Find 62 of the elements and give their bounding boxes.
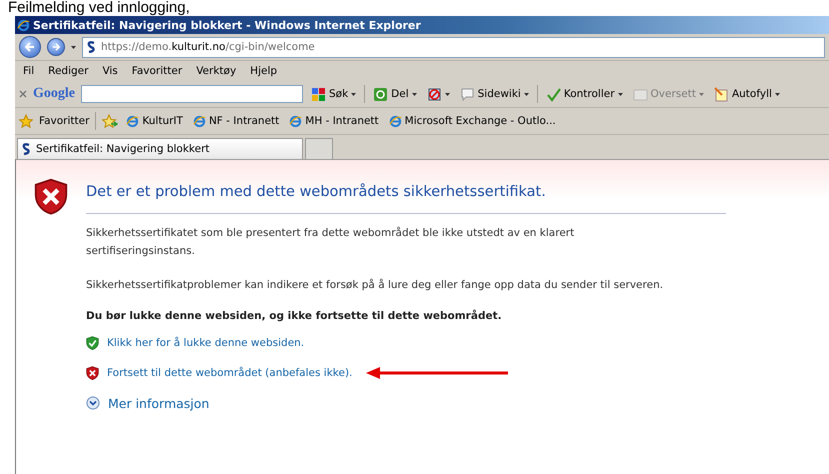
browser-e-icon (17, 18, 30, 32)
error-paragraph: Sikkerhetssertifikatet som ble presentert fra dette webområdet ble ikke utstedt av en klarert sertifiseringsinstans. (86, 226, 576, 259)
menu-item[interactable]: Favoritter (128, 65, 186, 77)
star-add-icon[interactable] (102, 114, 118, 128)
right-arrow-icon (52, 43, 60, 51)
toolbar-button[interactable]: Kontroller (544, 86, 625, 102)
forward-button[interactable] (47, 38, 65, 56)
shield-x-icon (86, 366, 99, 380)
menu-item[interactable]: Vis (98, 65, 122, 77)
shield-check-icon (86, 336, 99, 350)
dropdown-caret-icon (412, 92, 417, 96)
favorite-link[interactable]: Microsoft Exchange - Outlo... (386, 114, 558, 128)
shield-x-icon (34, 178, 68, 216)
page-link[interactable]: Klikk her for å lukke denne websiden. (107, 337, 304, 349)
dropdown-caret-icon (774, 92, 780, 96)
search-field[interactable] (81, 85, 303, 103)
spellcheck-tick-icon (546, 86, 561, 102)
document-caption: Feilmelding ved innlogging, (7, 0, 191, 16)
back-button[interactable] (19, 36, 41, 58)
notepad-pencil-icon (714, 86, 729, 102)
menu-item[interactable]: Verktøy (192, 65, 240, 77)
browser-e-icon (388, 114, 402, 128)
more-info-link[interactable]: Mer informasjon (108, 396, 210, 410)
menu-item[interactable]: Rediger (44, 65, 92, 77)
favorite-link[interactable]: NF - Intranett (190, 114, 282, 128)
star-icon (19, 114, 33, 128)
favorite-link[interactable]: KulturIT (124, 114, 185, 128)
window-title: Sertifikatfeil: Navigering blokkert - Windows Internet Explorer (33, 18, 421, 32)
browser-e-icon (192, 114, 206, 128)
toolbar-button[interactable]: Del (371, 86, 419, 102)
favorites-label[interactable]: Favoritter (39, 115, 90, 127)
dropdown-caret-icon (618, 92, 623, 96)
dropdown-caret-icon (71, 46, 76, 48)
dropdown-caret-icon (444, 92, 450, 96)
share-ring-icon (373, 86, 388, 102)
toolbar-button[interactable]: Sidewiki (458, 86, 531, 102)
error-heading: Det er et problem med dette webområdets sikkerhetssertifikat. (86, 178, 726, 214)
site-s-icon (22, 142, 31, 156)
browser-e-icon (126, 114, 140, 128)
browser-e-icon (289, 114, 302, 128)
favorite-link[interactable]: MH - Intranett (287, 114, 381, 128)
toolbar-button[interactable]: Søk (309, 86, 358, 102)
blocked-popup-icon (426, 86, 442, 102)
speech-bubble-icon (460, 86, 475, 102)
menu-item[interactable]: Hjelp (246, 65, 282, 77)
address-field[interactable]: https://demo.kulturit.no/cgi-bin/welcome (82, 36, 825, 58)
expand-chevron-icon[interactable] (86, 396, 100, 410)
dropdown-caret-icon (351, 92, 356, 96)
dropdown-caret-icon (698, 92, 704, 96)
url-text: https://demo.kulturit.no/cgi-bin/welcome (101, 41, 315, 53)
left-arrow-icon (25, 42, 35, 52)
error-paragraph: Sikkerhetssertifikatproblemer kan indikere et forsøk på å lure deg eller fange opp data du sender til serveren. (86, 278, 664, 293)
toolbar-button[interactable]: Autofyll (712, 86, 782, 102)
google-logo: Google (33, 86, 75, 102)
close-icon[interactable] (19, 90, 27, 98)
site-s-icon (87, 40, 96, 54)
page-link[interactable]: Fortsett til dette webområdet (anbefales ikke). (107, 367, 352, 379)
browser-tab[interactable]: Sertifikatfeil: Navigering blokkert (17, 138, 303, 159)
dropdown-caret-icon (524, 92, 529, 96)
multicolor-squares-icon (311, 86, 326, 102)
menu-item[interactable]: Fil (19, 65, 38, 77)
warning-text: Du bør lukke denne websiden, og ikke fortsette til dette webområdet. (86, 310, 503, 322)
